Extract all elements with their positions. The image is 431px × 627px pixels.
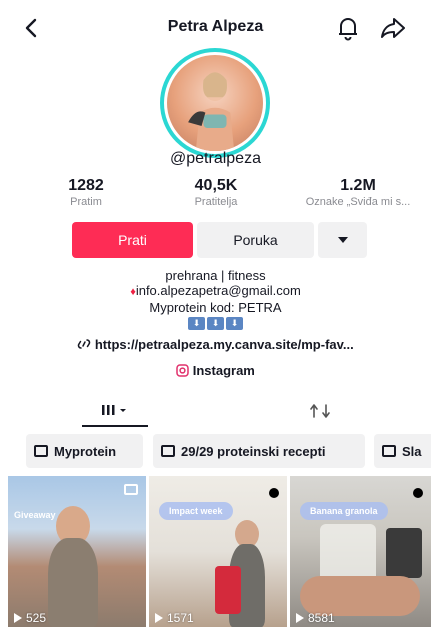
drink-cup xyxy=(386,528,422,578)
stat-label: Pratitelja xyxy=(194,196,238,208)
hand xyxy=(300,576,420,616)
suitcase xyxy=(215,566,241,614)
playlist-icon xyxy=(382,445,396,457)
play-icon xyxy=(155,613,163,623)
stat-value: 1.2M xyxy=(340,177,376,194)
bio-line: Myprotein kod: PETRA xyxy=(149,300,282,315)
video-overlay-text: Banana granola xyxy=(300,502,388,520)
instagram-link[interactable]: Instagram xyxy=(0,363,431,378)
video-overlay-text: Giveaway xyxy=(14,510,56,520)
playlist-label: 29/29 proteinski recepti xyxy=(181,443,326,459)
username-handle: @petralpeza xyxy=(170,150,261,167)
down-arrow-emoji: ⬇ xyxy=(188,317,205,330)
more-options-button[interactable] xyxy=(318,222,367,258)
follow-button[interactable]: Prati xyxy=(72,222,193,258)
stats-row: 1282 Pratim 40,5K Pratitelja 1.2M Oznake… xyxy=(0,177,431,217)
instagram-icon xyxy=(176,364,189,377)
message-button[interactable]: Poruka xyxy=(197,222,314,258)
view-count: 1571 xyxy=(155,611,194,625)
caret-down-icon xyxy=(337,237,348,243)
video-thumbnail[interactable]: Impact week 1571 xyxy=(149,476,287,627)
instagram-label: Instagram xyxy=(192,363,255,378)
page-title: Petra Alpeza xyxy=(167,18,264,35)
stat-label: Pratim xyxy=(70,196,102,208)
bio-link-text: https://petraalpeza.my.canva.site/mp-fav… xyxy=(94,337,354,352)
content-tabs xyxy=(0,395,431,431)
person-figure xyxy=(48,538,98,627)
playlist-row: Myprotein 29/29 proteinski recepti Sla xyxy=(0,434,431,468)
tab-reposts[interactable] xyxy=(300,395,340,431)
repost-icon xyxy=(310,404,330,418)
playlist-icon xyxy=(161,445,175,457)
playlist-label: Sla xyxy=(402,443,422,459)
link-icon xyxy=(78,339,91,349)
stat-value: 40,5K xyxy=(194,177,238,194)
tiktok-logo-icon xyxy=(269,488,279,498)
bio: prehrana | fitness ♦info.alpezapetra@gma… xyxy=(0,268,431,330)
bio-line: prehrana | fitness xyxy=(165,268,266,283)
grid-icon xyxy=(102,405,126,415)
stat-label: Oznake „Sviđa mi s... xyxy=(305,196,411,208)
avatar[interactable] xyxy=(160,48,270,158)
stat-following[interactable]: 1282 Pratim xyxy=(56,177,116,208)
view-count-value: 8581 xyxy=(308,611,335,625)
view-count-value: 1571 xyxy=(167,611,194,625)
view-count-value: 525 xyxy=(26,611,47,625)
down-arrow-emoji: ⬇ xyxy=(207,317,224,330)
video-thumbnail[interactable]: Banana granola 8581 xyxy=(290,476,431,627)
down-arrow-emoji: ⬇ xyxy=(226,317,243,330)
video-overlay-text: Impact week xyxy=(159,502,233,520)
active-tab-indicator xyxy=(82,425,148,427)
stat-likes[interactable]: 1.2M Oznake „Sviđa mi s... xyxy=(288,177,428,208)
photo-icon xyxy=(124,484,138,495)
view-count: 8581 xyxy=(296,611,335,625)
bio-email: info.alpezapetra@gmail.com xyxy=(135,283,301,298)
playlist-chip[interactable]: Myprotein xyxy=(26,434,143,468)
video-grid: Giveaway 525 Impact week 1571 Banana gra… xyxy=(0,476,431,627)
playlist-chip[interactable]: 29/29 proteinski recepti xyxy=(153,434,365,468)
profile-page: Petra Alpeza @petralpeza 1282 Pratim 40,… xyxy=(0,0,431,627)
play-icon xyxy=(296,613,304,623)
playlist-icon xyxy=(34,445,48,457)
play-icon xyxy=(14,613,22,623)
bell-icon[interactable] xyxy=(336,15,360,41)
share-icon[interactable] xyxy=(380,16,406,40)
playlist-label: Myprotein xyxy=(54,443,117,459)
bio-email-line: ♦info.alpezapetra@gmail.com xyxy=(0,283,431,300)
bio-link[interactable]: https://petraalpeza.my.canva.site/mp-fav… xyxy=(0,337,431,352)
emoji-row: ⬇ ⬇ ⬇ xyxy=(0,317,431,330)
avatar-image xyxy=(167,55,263,151)
tab-videos[interactable] xyxy=(82,395,148,431)
video-thumbnail[interactable]: Giveaway 525 xyxy=(8,476,146,627)
tiktok-logo-icon xyxy=(413,488,423,498)
stat-followers[interactable]: 40,5K Pratitelja xyxy=(181,177,251,208)
view-count: 525 xyxy=(14,611,46,625)
playlist-chip[interactable]: Sla xyxy=(374,434,431,468)
stat-value: 1282 xyxy=(68,177,104,194)
